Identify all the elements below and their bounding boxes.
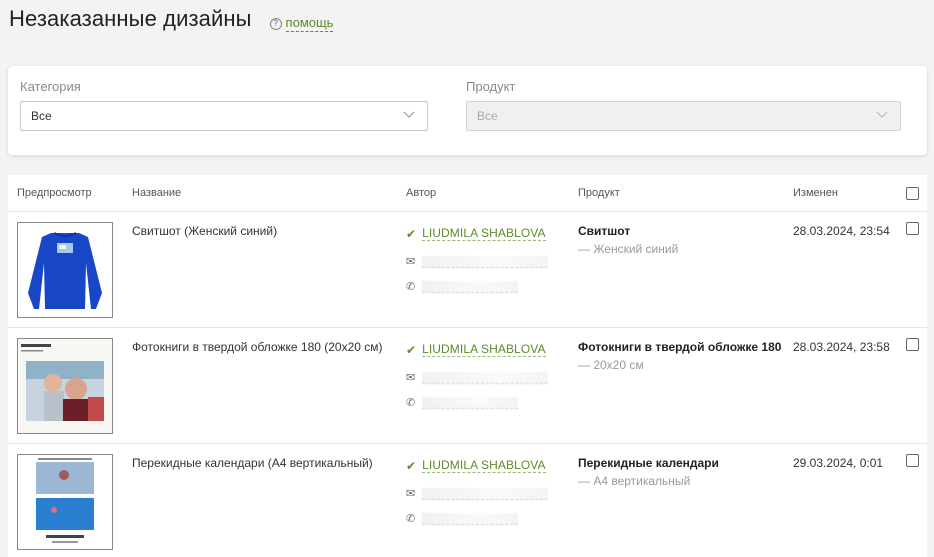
changed-date: 29.03.2024, 0:01 [793, 456, 884, 470]
category-select[interactable]: Все [20, 101, 428, 131]
phone-redacted [422, 512, 518, 525]
product-select-value: Все [477, 109, 498, 123]
calendar-preview-image [18, 455, 112, 549]
category-select-value: Все [31, 109, 52, 123]
product-filter: Продукт Все [466, 79, 901, 131]
changed-date: 28.03.2024, 23:58 [793, 340, 890, 354]
category-label: Категория [20, 79, 81, 94]
product-cell: Фотокниги в твердой обложке 180 — 20х20 … [578, 340, 781, 372]
row-checkbox[interactable] [906, 454, 919, 467]
email-redacted [422, 255, 548, 268]
email-redacted [422, 487, 548, 500]
help-link[interactable]: ? помощь [269, 15, 334, 32]
check-icon: ✔ [406, 458, 417, 473]
phone-redacted [422, 280, 518, 293]
row-checkbox[interactable] [906, 222, 919, 235]
phone-redacted [422, 396, 518, 409]
chevron-down-icon [876, 111, 888, 118]
mail-icon: ✉ [406, 256, 416, 268]
preview-thumbnail[interactable] [17, 222, 113, 318]
product-cell: Перекидные календари — А4 вертикальный [578, 456, 719, 488]
product-label: Продукт [466, 79, 516, 94]
phone-icon: ✆ [406, 281, 416, 293]
design-name[interactable]: Свитшот (Женский синий) [132, 224, 277, 238]
product-sub: — 20х20 см [578, 358, 644, 372]
table-row: Фотокниги в твердой обложке 180 (20х20 с… [8, 328, 927, 444]
column-author: Автор [406, 187, 437, 199]
author-name[interactable]: LIUDMILA SHABLOVA [422, 458, 546, 473]
column-preview: Предпросмотр [17, 187, 92, 199]
column-name: Название [132, 187, 182, 199]
design-name[interactable]: Перекидные календари (А4 вертикальный) [132, 456, 373, 470]
author-cell: ✔ LIUDMILA SHABLOVA ✉ ✆ [406, 458, 548, 525]
help-link-label: помощь [285, 15, 334, 32]
author-cell: ✔ LIUDMILA SHABLOVA ✉ ✆ [406, 342, 548, 409]
question-circle-icon: ? [269, 17, 282, 30]
filters-panel: Категория Все Продукт Все [8, 66, 927, 155]
phone-icon: ✆ [406, 397, 416, 409]
changed-date: 28.03.2024, 23:54 [793, 224, 890, 238]
design-name[interactable]: Фотокниги в твердой обложке 180 (20х20 с… [132, 340, 383, 354]
mail-icon: ✉ [406, 488, 416, 500]
email-redacted [422, 371, 548, 384]
table-row: Перекидные календари (А4 вертикальный) ✔… [8, 444, 927, 557]
phone-icon: ✆ [406, 513, 416, 525]
product-main: Фотокниги в твердой обложке 180 [578, 340, 782, 354]
check-icon: ✔ [406, 226, 417, 241]
table-header: Предпросмотр Название Автор Продукт Изме… [8, 175, 927, 212]
category-filter: Категория Все [20, 79, 428, 131]
preview-thumbnail[interactable] [17, 454, 113, 550]
chevron-down-icon [403, 111, 415, 118]
product-sub: — А4 вертикальный [578, 474, 691, 488]
product-cell: Свитшот — Женский синий [578, 224, 678, 256]
table-row: Свитшот (Женский синий) ✔ LIUDMILA SHABL… [8, 212, 927, 328]
author-cell: ✔ LIUDMILA SHABLOVA ✉ ✆ [406, 226, 548, 293]
author-name[interactable]: LIUDMILA SHABLOVA [422, 226, 546, 241]
designs-table: Предпросмотр Название Автор Продукт Изме… [8, 175, 927, 557]
page-header: Незаказанные дизайны ? помощь [9, 6, 334, 32]
product-select: Все [466, 101, 901, 131]
sweatshirt-preview-image [18, 223, 112, 317]
photobook-preview-image [18, 339, 112, 433]
column-product: Продукт [578, 187, 620, 199]
product-main: Перекидные календари [578, 456, 719, 470]
mail-icon: ✉ [406, 372, 416, 384]
column-changed: Изменен [793, 187, 838, 199]
select-all-checkbox[interactable] [906, 187, 919, 200]
preview-thumbnail[interactable] [17, 338, 113, 434]
product-main: Свитшот [578, 224, 631, 238]
check-icon: ✔ [406, 342, 417, 357]
row-checkbox[interactable] [906, 338, 919, 351]
author-name[interactable]: LIUDMILA SHABLOVA [422, 342, 546, 357]
page-title: Незаказанные дизайны [9, 6, 252, 31]
product-sub: — Женский синий [578, 242, 679, 256]
